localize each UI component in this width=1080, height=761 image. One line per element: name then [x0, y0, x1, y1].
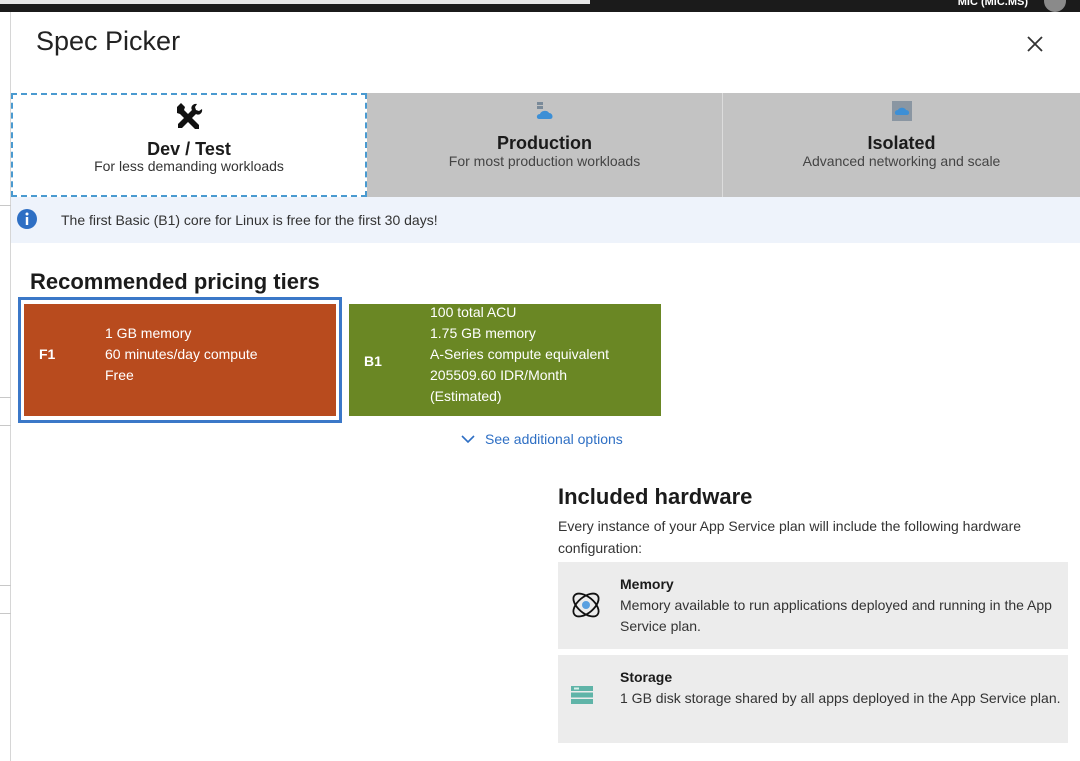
avatar[interactable] — [1044, 0, 1066, 12]
hardware-text: Memory available to run applications dep… — [620, 597, 1052, 634]
tab-title: Dev / Test — [147, 139, 231, 159]
hardware-title: Included hardware — [558, 484, 753, 509]
divider — [0, 397, 11, 398]
tab-isolated[interactable]: Isolated Advanced networking and scale — [723, 93, 1080, 197]
see-additional-options-link[interactable]: See additional options — [461, 431, 623, 447]
info-icon — [16, 208, 38, 235]
close-button[interactable] — [1021, 30, 1049, 58]
info-banner: The first Basic (B1) core for Linux is f… — [11, 197, 1080, 243]
divider — [0, 585, 11, 586]
production-icon — [533, 99, 557, 128]
tier-line: 1 GB memory — [105, 325, 192, 341]
tier-line: 1.75 GB memory — [430, 325, 536, 341]
tab-title: Isolated — [867, 133, 936, 153]
tier-code: B1 — [364, 353, 382, 369]
tier-details: 1 GB memory 60 minutes/day compute Free — [105, 323, 258, 386]
divider — [0, 425, 11, 426]
tab-title: Production — [497, 133, 592, 153]
hardware-name: Memory — [620, 576, 674, 592]
background-page-strip — [0, 12, 11, 761]
tier-line: Free — [105, 367, 134, 383]
tier-line: 205509.60 IDR/Month — [430, 367, 567, 383]
hardware-item-storage: Storage 1 GB disk storage shared by all … — [558, 655, 1068, 743]
tab-subtitle: For less demanding workloads — [94, 158, 284, 174]
top-bar-line — [0, 0, 590, 4]
close-icon — [1027, 36, 1043, 52]
hardware-text: 1 GB disk storage shared by all apps dep… — [620, 690, 1061, 706]
workload-tabs: Dev / Test For less demanding workloads … — [11, 93, 1080, 197]
tier-card-f1[interactable]: F1 1 GB memory 60 minutes/day compute Fr… — [24, 304, 336, 416]
tier-code: F1 — [39, 346, 56, 362]
storage-icon — [570, 685, 594, 710]
tier-line: A-Series compute equivalent — [430, 346, 609, 362]
tier-line: 60 minutes/day compute — [105, 346, 258, 362]
hardware-name: Storage — [620, 669, 673, 685]
tab-production[interactable]: Production For most production workloads — [367, 93, 723, 197]
user-name[interactable]: MIC (MIC.MS) — [958, 0, 1028, 8]
divider — [0, 613, 11, 614]
hardware-item-memory: Memory Memory available to run applicati… — [558, 562, 1068, 649]
tab-dev-test[interactable]: Dev / Test For less demanding workloads — [11, 93, 367, 197]
tab-subtitle: For most production workloads — [448, 153, 641, 169]
divider — [0, 205, 11, 206]
spec-picker-panel: Spec Picker Dev / Test For less demandin… — [11, 12, 1080, 761]
chevron-down-icon — [461, 431, 475, 447]
page-title: Spec Picker — [36, 26, 181, 56]
recommended-title: Recommended pricing tiers — [30, 269, 320, 294]
see-more-label: See additional options — [485, 431, 623, 447]
tier-line: (Estimated) — [430, 388, 502, 404]
hardware-description: Every instance of your App Service plan … — [558, 518, 1022, 556]
memory-icon — [570, 589, 602, 626]
info-text: The first Basic (B1) core for Linux is f… — [61, 212, 438, 228]
tier-line: 100 total ACU — [430, 304, 517, 320]
top-bar: MIC (MIC.MS) — [0, 0, 1080, 12]
tier-card-b1[interactable]: B1 100 total ACU 1.75 GB memory A-Series… — [349, 304, 661, 416]
isolated-icon — [890, 99, 914, 128]
tier-details: 100 total ACU 1.75 GB memory A-Series co… — [430, 302, 609, 407]
tab-subtitle: Advanced networking and scale — [802, 153, 1001, 169]
tools-icon — [173, 101, 205, 138]
